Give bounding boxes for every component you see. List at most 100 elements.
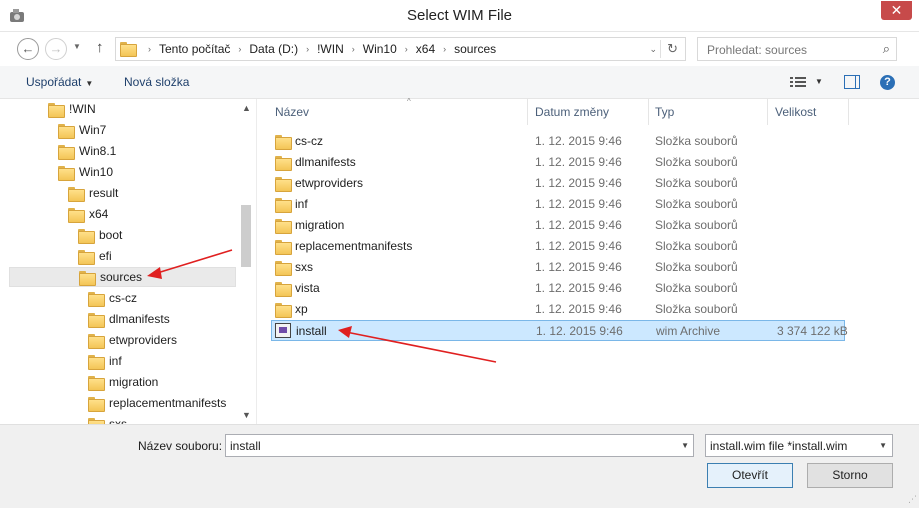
file-type: Složka souborů bbox=[655, 155, 738, 169]
chevron-right-icon[interactable]: › bbox=[306, 44, 309, 54]
tree-item-label: !WIN bbox=[69, 102, 96, 116]
address-bar[interactable]: › Tento počítač › Data (D:) › !WIN › Win… bbox=[115, 37, 686, 61]
up-arrow-icon[interactable]: ↑ bbox=[96, 39, 104, 56]
back-button[interactable]: ← bbox=[17, 38, 39, 60]
tree-item-win7[interactable]: Win7 bbox=[58, 120, 106, 140]
folder-icon bbox=[275, 240, 292, 255]
forward-button[interactable]: → bbox=[45, 38, 67, 60]
list-item[interactable]: vista 1. 12. 2015 9:46 Složka souborů bbox=[271, 278, 845, 299]
tree-item-win[interactable]: !WIN bbox=[48, 99, 96, 119]
tree-item-cs-cz[interactable]: cs-cz bbox=[88, 288, 137, 308]
view-details-icon[interactable] bbox=[790, 76, 806, 88]
folder-icon bbox=[78, 249, 95, 265]
cancel-button[interactable]: Storno bbox=[807, 463, 893, 488]
list-item[interactable]: migration 1. 12. 2015 9:46 Složka souborů bbox=[271, 215, 845, 236]
tree-item-etwproviders[interactable]: etwproviders bbox=[88, 330, 177, 350]
chevron-right-icon[interactable]: › bbox=[148, 44, 151, 54]
file-name: install bbox=[296, 324, 327, 338]
chevron-right-icon[interactable]: › bbox=[352, 44, 355, 54]
tree-scrollbar[interactable]: ▲ ▼ bbox=[238, 99, 254, 424]
tree-item-boot[interactable]: boot bbox=[78, 225, 122, 245]
tree-item-label: sxs bbox=[109, 417, 127, 424]
resize-grip-icon[interactable]: ⋰ bbox=[908, 494, 917, 505]
search-input[interactable]: Prohledat: sources ⌕ bbox=[697, 37, 897, 61]
file-date: 1. 12. 2015 9:46 bbox=[535, 197, 622, 211]
filename-value: install bbox=[230, 439, 261, 453]
chevron-down-icon[interactable]: ▼ bbox=[681, 441, 689, 450]
list-item[interactable]: etwproviders 1. 12. 2015 9:46 Složka soubo… bbox=[271, 173, 845, 194]
list-item[interactable]: inf 1. 12. 2015 9:46 Složka souborů bbox=[271, 194, 845, 215]
chevron-right-icon[interactable]: › bbox=[443, 44, 446, 54]
folder-icon bbox=[78, 228, 95, 244]
folder-icon bbox=[275, 177, 292, 192]
tree-item-result[interactable]: result bbox=[68, 183, 118, 203]
navigation-bar: ← → ▼ ↑ › Tento počítač › Data (D:) › !W… bbox=[0, 32, 919, 66]
tree-item-sxs[interactable]: sxs bbox=[88, 414, 127, 424]
chevron-right-icon[interactable]: › bbox=[238, 44, 241, 54]
folder-icon bbox=[88, 396, 105, 412]
column-header-date[interactable]: Datum změny bbox=[529, 99, 649, 125]
file-name: etwproviders bbox=[295, 176, 364, 190]
chevron-down-icon[interactable]: ⌄ bbox=[649, 44, 657, 55]
breadcrumb-win10[interactable]: Win10 bbox=[363, 42, 397, 56]
column-header-type[interactable]: Typ bbox=[649, 99, 768, 125]
list-item[interactable]: replacementmanifests 1. 12. 2015 9:46 Slož… bbox=[271, 236, 845, 257]
tree-item-win81[interactable]: Win8.1 bbox=[58, 141, 116, 161]
new-folder-button[interactable]: Nová složka bbox=[124, 75, 189, 89]
file-date: 1. 12. 2015 9:46 bbox=[535, 155, 622, 169]
tree-item-label: efi bbox=[99, 249, 112, 263]
tree-item-label: boot bbox=[99, 228, 123, 242]
file-date: 1. 12. 2015 9:46 bbox=[535, 260, 622, 274]
dialog-footer: Název souboru: install ▼ install.wim fil… bbox=[0, 424, 919, 508]
chevron-right-icon[interactable]: › bbox=[405, 44, 408, 54]
file-date: 1. 12. 2015 9:46 bbox=[535, 218, 622, 232]
tree-item-replacementmanifests[interactable]: replacementmanifests bbox=[88, 393, 226, 413]
tree-item-efi[interactable]: efi bbox=[78, 246, 112, 266]
breadcrumb-sources[interactable]: sources bbox=[454, 42, 496, 56]
list-item-selected[interactable]: install 1. 12. 2015 9:46 wim Archive 3 374 … bbox=[271, 320, 848, 341]
file-date: 1. 12. 2015 9:46 bbox=[535, 302, 622, 316]
scroll-up-icon[interactable]: ▲ bbox=[242, 103, 251, 113]
list-item[interactable]: sxs 1. 12. 2015 9:46 Složka souborů bbox=[271, 257, 845, 278]
list-item[interactable]: dlmanifests 1. 12. 2015 9:46 Složka soubor… bbox=[271, 152, 845, 173]
tree-item-migration[interactable]: migration bbox=[88, 372, 158, 392]
file-type: Složka souborů bbox=[655, 176, 738, 190]
scrollbar-thumb[interactable] bbox=[241, 205, 251, 267]
filename-field[interactable]: install ▼ bbox=[225, 434, 694, 457]
tree-item-x64[interactable]: x64 bbox=[68, 204, 108, 224]
breadcrumb-drive[interactable]: Data (D:) bbox=[249, 42, 298, 56]
tree-item-label: migration bbox=[109, 375, 159, 389]
tree-item-dlmanifests[interactable]: dlmanifests bbox=[88, 309, 170, 329]
scroll-down-icon[interactable]: ▼ bbox=[242, 410, 251, 420]
list-item[interactable]: cs-cz 1. 12. 2015 9:46 Složka souborů bbox=[271, 131, 845, 152]
column-header-size[interactable]: Velikost bbox=[769, 99, 849, 125]
navigation-tree: !WIN Win7 Win8.1 Win10 result x64 boot e… bbox=[8, 99, 237, 424]
filetype-select[interactable]: install.wim file *install.wim ▼ bbox=[705, 434, 893, 457]
file-type: Složka souborů bbox=[655, 260, 738, 274]
chevron-down-icon[interactable]: ▼ bbox=[815, 77, 823, 86]
refresh-icon[interactable]: ↻ bbox=[667, 41, 678, 57]
tree-item-win10[interactable]: Win10 bbox=[58, 162, 113, 182]
open-button[interactable]: Otevřít bbox=[707, 463, 793, 488]
column-header-label: Název bbox=[275, 105, 310, 119]
tree-item-label: inf bbox=[109, 354, 122, 368]
tree-item-sources[interactable]: sources bbox=[9, 267, 236, 287]
help-icon[interactable]: ? bbox=[880, 75, 895, 90]
window-title: Select WIM File bbox=[406, 7, 512, 24]
organize-button[interactable]: Uspořádat ▼ bbox=[26, 75, 93, 89]
close-button[interactable]: ✕ bbox=[881, 1, 912, 20]
column-header-name[interactable]: Název ^ bbox=[269, 97, 528, 125]
chevron-down-icon[interactable]: ▼ bbox=[879, 441, 887, 450]
file-name: sxs bbox=[295, 260, 313, 274]
file-name: cs-cz bbox=[295, 134, 323, 148]
search-icon[interactable]: ⌕ bbox=[883, 41, 890, 57]
wim-archive-icon bbox=[275, 323, 291, 338]
preview-pane-icon[interactable] bbox=[844, 75, 860, 89]
folder-icon bbox=[88, 375, 105, 391]
breadcrumb-win[interactable]: !WIN bbox=[317, 42, 344, 56]
tree-item-inf[interactable]: inf bbox=[88, 351, 122, 371]
breadcrumb-x64[interactable]: x64 bbox=[416, 42, 435, 56]
breadcrumb-this-pc[interactable]: Tento počítač bbox=[159, 42, 230, 56]
list-item[interactable]: xp 1. 12. 2015 9:46 Složka souborů bbox=[271, 299, 845, 320]
recent-locations-dropdown-icon[interactable]: ▼ bbox=[73, 42, 81, 51]
